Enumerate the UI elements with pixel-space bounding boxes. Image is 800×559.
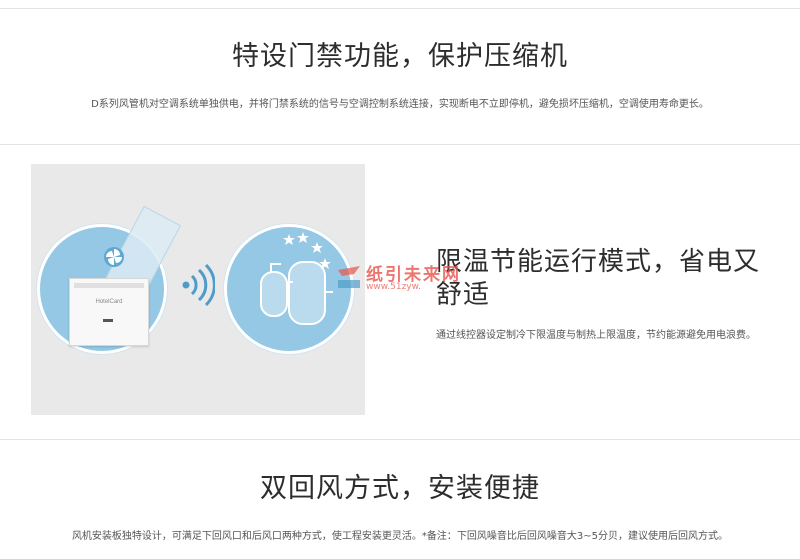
star-icon (283, 232, 331, 269)
illustration-panel: HotelCard (31, 164, 365, 415)
watermark-url: www.51zyw. (366, 282, 422, 292)
section-temp-description: 通过线控器设定制冷下限温度与制热上限温度，节约能源避免用电浪费。 (436, 330, 756, 341)
card-slot (74, 283, 144, 288)
card-label: HotelCard (95, 299, 123, 305)
card-indicator (103, 319, 113, 322)
wireless-signal-icon (182, 264, 215, 306)
section-divider-2 (0, 439, 800, 440)
section-return-description: 风机安装板独特设计，可满足下回风口和后风口两种方式，使工程安装更灵活。*备注：下… (71, 531, 729, 542)
section-return-title: 双回风方式，安装便捷 (260, 473, 540, 504)
fan-icon (104, 247, 124, 267)
section-door-description: D系列风管机对空调系统单独供电，并将门禁系统的信号与空调控制系统连接，实现断电不… (91, 99, 709, 110)
section-divider-1 (0, 144, 800, 145)
keycard-holder-icon: HotelCard (69, 278, 149, 346)
section-door-title: 特设门禁功能，保护压缩机 (232, 41, 568, 72)
section-temp-title: 限温节能运行模式，省电又舒适 (436, 247, 761, 310)
top-divider (0, 8, 800, 9)
